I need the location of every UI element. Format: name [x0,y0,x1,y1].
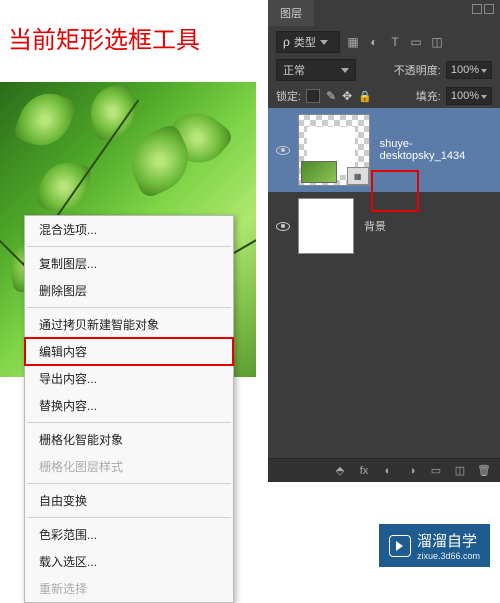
filter-adjust-icon[interactable]: ◐ [366,35,382,49]
layer-thumbnail[interactable]: ▦ [298,114,370,186]
adjustment-icon[interactable]: ◑ [404,464,420,478]
menu-item[interactable]: 栅格化智能对象 [25,426,233,453]
menu-item[interactable]: 通过拷贝新建智能对象 [25,311,233,338]
filter-label: 类型 [294,34,316,50]
menu-item: 栅格化图层样式 [25,453,233,480]
lock-all-icon[interactable]: 🔒 [358,90,372,103]
layers-list: ▦ shuye-desktopsky_1434 背景 [268,108,500,260]
opacity-input[interactable]: 100% [446,61,492,79]
folder-icon[interactable]: ▭ [428,464,444,478]
trash-icon[interactable]: 🗑 [476,464,492,478]
menu-separator [27,483,231,484]
filter-text-icon[interactable]: T [387,35,403,49]
opacity-label: 不透明度: [394,62,441,78]
filter-shape-icon[interactable]: ▭ [408,35,424,49]
lock-pixels-icon[interactable]: ✎ [326,89,336,103]
menu-item[interactable]: 混合选项... [25,216,233,243]
fx-icon[interactable]: fx [356,464,372,478]
layer-thumbnail[interactable] [298,198,354,254]
layer-row[interactable]: 背景 [268,192,500,260]
lock-transparent-icon[interactable] [306,89,320,103]
blend-mode-dropdown[interactable]: 正常 [276,59,356,81]
filter-pixel-icon[interactable]: ▦ [345,35,361,49]
menu-separator [27,422,231,423]
layers-panel-footer: ⬘ fx ◐ ◑ ▭ ◫ 🗑 [268,458,500,482]
annotation-title: 当前矩形选框工具 [8,20,200,55]
menu-item[interactable]: 色彩范围... [25,521,233,548]
fill-input[interactable]: 100% [446,87,492,105]
lock-label: 锁定: [276,88,301,104]
fill-label: 填充: [416,88,441,104]
menu-separator [27,517,231,518]
new-layer-icon[interactable]: ◫ [452,464,468,478]
filter-smart-icon[interactable]: ◫ [429,35,445,49]
panel-collapse-icon[interactable] [472,4,482,14]
menu-item[interactable]: 替换内容... [25,392,233,419]
menu-item[interactable]: 导出内容... [25,365,233,392]
layers-panel: 图层 ρ 类型 ▦ ◐ T ▭ ◫ 正常 不透明度: 100% 锁定: ✎ ✥ … [268,0,500,482]
layer-filter-dropdown[interactable]: ρ 类型 [276,31,340,53]
menu-item[interactable]: 自由变换 [25,487,233,514]
layer-row[interactable]: ▦ shuye-desktopsky_1434 [268,108,500,192]
watermark-logo-icon [389,535,411,557]
watermark-url: zixue.3d66.com [417,551,480,561]
lock-position-icon[interactable]: ✥ [342,89,352,103]
menu-item: 重新选择 [25,575,233,602]
smart-object-badge: ▦ [347,167,369,185]
blend-mode-value: 正常 [283,62,305,78]
watermark-title: 溜溜自学 [417,530,480,551]
menu-item[interactable]: 复制图层... [25,250,233,277]
panel-menu-icon[interactable] [484,4,494,14]
menu-item[interactable]: 载入选区... [25,548,233,575]
menu-separator [27,246,231,247]
layers-tab[interactable]: 图层 [268,0,314,28]
menu-separator [27,307,231,308]
link-layers-icon[interactable]: ⬘ [332,464,348,478]
menu-item[interactable]: 删除图层 [25,277,233,304]
menu-item[interactable]: 编辑内容 [24,337,234,366]
visibility-toggle[interactable] [272,222,294,231]
mask-icon[interactable]: ◐ [380,464,396,478]
layer-name[interactable]: shuye-desktopsky_1434 [380,138,496,162]
panel-controls [472,4,494,14]
layer-name[interactable]: 背景 [364,218,386,234]
visibility-toggle[interactable] [272,146,294,155]
watermark: 溜溜自学 zixue.3d66.com [379,524,490,567]
context-menu: 混合选项... 复制图层...删除图层通过拷贝新建智能对象编辑内容导出内容...替… [24,215,234,603]
